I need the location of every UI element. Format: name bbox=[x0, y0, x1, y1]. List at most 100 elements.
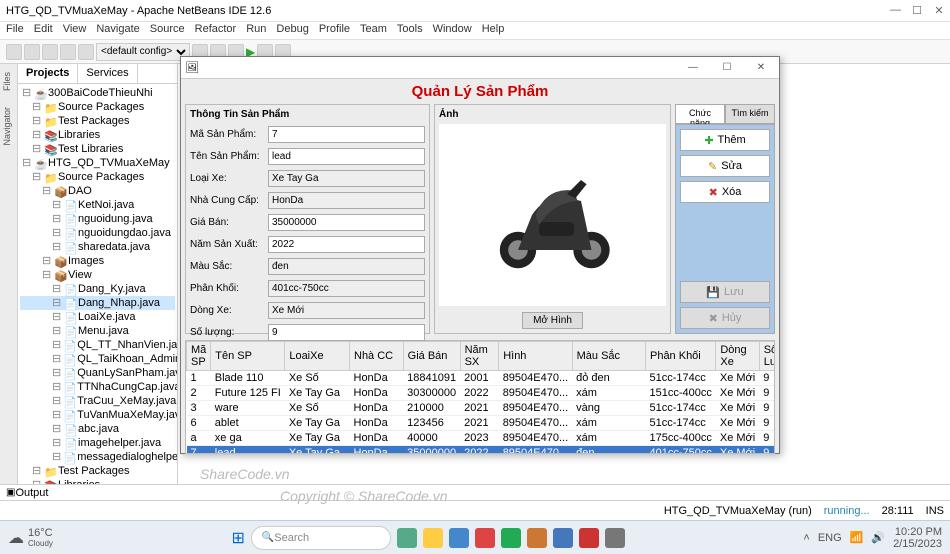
tree-node[interactable]: ⊟📄 LoaiXe.java bbox=[20, 310, 175, 324]
tree-node[interactable]: ⊟📄 imagehelper.java bbox=[20, 436, 175, 450]
table-row[interactable]: 3wareXe SốHonDa210000202189504E470...vàn… bbox=[187, 401, 776, 416]
tab-timkiem[interactable]: Tìm kiếm bbox=[725, 104, 775, 124]
tree-node[interactable]: ⊟📄 KetNoi.java bbox=[20, 198, 175, 212]
tree-node[interactable]: ⊟📦 Images bbox=[20, 254, 175, 268]
save-button[interactable]: 💾Lưu bbox=[680, 281, 770, 303]
taskbar-app-icon[interactable] bbox=[501, 528, 521, 548]
col-header[interactable]: Phân Khối bbox=[645, 342, 715, 371]
tree-node[interactable]: ⊟📄 nguoidung.java bbox=[20, 212, 175, 226]
toolbar-icon[interactable] bbox=[78, 44, 94, 60]
tree-node[interactable]: ⊟📦 View bbox=[20, 268, 175, 282]
menu-help[interactable]: Help bbox=[482, 23, 505, 38]
tree-node[interactable]: ⊟📄 Dang_Nhap.java bbox=[20, 296, 175, 310]
tree-node[interactable]: ⊟☕ HTG_QD_TVMuaXeMay bbox=[20, 156, 175, 170]
col-header[interactable]: Giá Bán bbox=[403, 342, 460, 371]
col-header[interactable]: Tên SP bbox=[211, 342, 285, 371]
tree-node[interactable]: ⊟📄 Dang_Ky.java bbox=[20, 282, 175, 296]
input-giaban[interactable] bbox=[268, 214, 425, 231]
table-row[interactable]: 6abletXe Tay GaHonDa123456202189504E470.… bbox=[187, 416, 776, 431]
taskbar-app-icon[interactable] bbox=[449, 528, 469, 548]
tray-chevron-icon[interactable]: ˄ bbox=[803, 532, 809, 544]
tree-node[interactable]: ⊟📄 sharedata.java bbox=[20, 240, 175, 254]
col-header[interactable]: Màu Sắc bbox=[572, 342, 645, 371]
input-nsx[interactable] bbox=[268, 236, 425, 253]
tree-node[interactable]: ⊟📄 TTNhaCungCap.java bbox=[20, 380, 175, 394]
menu-file[interactable]: File bbox=[6, 23, 24, 38]
select-loaixe[interactable]: Xe Tay Ga bbox=[268, 170, 425, 187]
select-ncc[interactable]: HonDa bbox=[268, 192, 425, 209]
taskbar-app-icon[interactable] bbox=[397, 528, 417, 548]
tree-node[interactable]: ⊟☕ 300BaiCodeThieuNhi bbox=[20, 86, 175, 100]
taskbar-search[interactable]: 🔍 Search bbox=[251, 526, 391, 550]
services-tab[interactable]: Services bbox=[78, 64, 137, 83]
table-row[interactable]: 1Blade 110Xe SốHonDa18841091200189504E47… bbox=[187, 371, 776, 386]
toolbar-icon[interactable] bbox=[60, 44, 76, 60]
taskbar-app-icon[interactable] bbox=[553, 528, 573, 548]
cancel-button[interactable]: ✖Hủy bbox=[680, 307, 770, 329]
select-mausac[interactable]: đen bbox=[268, 258, 425, 275]
menu-view[interactable]: View bbox=[63, 23, 87, 38]
taskbar-app-icon[interactable] bbox=[579, 528, 599, 548]
menu-profile[interactable]: Profile bbox=[319, 23, 350, 38]
table-row[interactable]: 2Future 125 FIXe Tay GaHonDa303000002022… bbox=[187, 386, 776, 401]
tree-node[interactable]: ⊟📄 TraCuu_XeMay.java bbox=[20, 394, 175, 408]
table-row[interactable]: axe gaXe Tay GaHonDa40000202389504E470..… bbox=[187, 431, 776, 446]
tree-node[interactable]: ⊟📁 Test Packages bbox=[20, 464, 175, 478]
tree-node[interactable]: ⊟📄 QuanLySanPham.java bbox=[20, 366, 175, 380]
tree-node[interactable]: ⊟📄 messagedialoghelper.java bbox=[20, 450, 175, 464]
add-button[interactable]: ✚Thêm bbox=[680, 129, 770, 151]
menu-source[interactable]: Source bbox=[150, 23, 185, 38]
menu-tools[interactable]: Tools bbox=[397, 23, 423, 38]
select-dongxe[interactable]: Xe Mới bbox=[268, 302, 425, 319]
tree-node[interactable]: ⊟📄 nguoidungdao.java bbox=[20, 226, 175, 240]
menu-team[interactable]: Team bbox=[360, 23, 387, 38]
taskbar-app-icon[interactable] bbox=[475, 528, 495, 548]
dialog-close-icon[interactable]: ✕ bbox=[747, 59, 775, 77]
close-icon[interactable]: ✕ bbox=[934, 4, 944, 17]
col-header[interactable]: Nhà CC bbox=[350, 342, 404, 371]
taskbar-app-icon[interactable] bbox=[605, 528, 625, 548]
menu-navigate[interactable]: Navigate bbox=[96, 23, 139, 38]
input-soluong[interactable] bbox=[268, 324, 425, 341]
select-phankhoi[interactable]: 401cc-750cc bbox=[268, 280, 425, 297]
windows-start-icon[interactable]: ⊞ bbox=[231, 528, 244, 548]
tree-node[interactable]: ⊟📄 TuVanMuaXeMay.java bbox=[20, 408, 175, 422]
input-tensp[interactable] bbox=[268, 148, 425, 165]
tree-node[interactable]: ⊟📄 Menu.java bbox=[20, 324, 175, 338]
table-row[interactable]: 7leadXe Tay GaHonDa35000000202289504E470… bbox=[187, 446, 776, 455]
wifi-icon[interactable]: 📶 bbox=[850, 531, 864, 544]
taskbar-app-icon[interactable] bbox=[423, 528, 443, 548]
tree-node[interactable]: ⊟📁 Source Packages bbox=[20, 170, 175, 184]
col-header[interactable]: Năm SX bbox=[460, 342, 499, 371]
col-header[interactable]: Mã SP bbox=[187, 342, 211, 371]
tree-node[interactable]: ⊟📁 Source Packages bbox=[20, 100, 175, 114]
toolbar-icon[interactable] bbox=[24, 44, 40, 60]
product-table[interactable]: Mã SPTên SPLoaiXeNhà CCGiá BánNăm SXHình… bbox=[185, 340, 775, 454]
tree-node[interactable]: ⊟📚 Test Libraries bbox=[20, 142, 175, 156]
weather-widget[interactable]: ☁ 16°CCloudy bbox=[8, 527, 53, 548]
menu-debug[interactable]: Debug bbox=[276, 23, 308, 38]
output-panel[interactable]: ▣ Output bbox=[0, 484, 950, 500]
taskbar-app-icon[interactable] bbox=[527, 528, 547, 548]
navigator-tab[interactable]: Navigator bbox=[0, 99, 17, 154]
tree-node[interactable]: ⊟📄 QL_TT_NhanVien.java bbox=[20, 338, 175, 352]
maximize-icon[interactable]: ☐ bbox=[912, 4, 922, 17]
col-header[interactable]: Hình bbox=[499, 342, 572, 371]
toolbar-icon[interactable] bbox=[6, 44, 22, 60]
projects-tab[interactable]: Projects bbox=[18, 64, 78, 83]
tree-node[interactable]: ⊟📁 Test Packages bbox=[20, 114, 175, 128]
menu-edit[interactable]: Edit bbox=[34, 23, 53, 38]
toolbar-icon[interactable] bbox=[42, 44, 58, 60]
menu-window[interactable]: Window bbox=[433, 23, 472, 38]
dialog-minimize-icon[interactable]: — bbox=[679, 59, 707, 77]
tab-chucnang[interactable]: Chức năng bbox=[675, 104, 725, 124]
col-header[interactable]: Dòng Xe bbox=[716, 342, 759, 371]
tree-node[interactable]: ⊟📄 QL_TaiKhoan_Admin.java bbox=[20, 352, 175, 366]
delete-button[interactable]: ✖Xóa bbox=[680, 181, 770, 203]
menu-refactor[interactable]: Refactor bbox=[195, 23, 237, 38]
files-tab[interactable]: Files bbox=[0, 64, 17, 99]
minimize-icon[interactable]: — bbox=[890, 4, 900, 17]
volume-icon[interactable]: 🔊 bbox=[871, 531, 885, 544]
tree-node[interactable]: ⊟📄 abc.java bbox=[20, 422, 175, 436]
tray-lang[interactable]: ENG bbox=[818, 532, 842, 544]
